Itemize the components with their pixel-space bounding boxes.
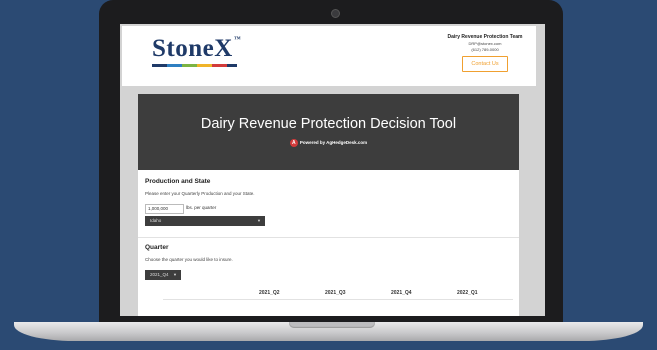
camera-icon: [331, 9, 340, 18]
quarter-select-value: 2021_Q4: [150, 272, 169, 277]
column-header-2021-q2: 2021_Q2: [259, 290, 280, 296]
screen: StoneX™ Dairy Revenue Protection Team DR…: [120, 24, 545, 316]
tool-banner: Dairy Revenue Protection Decision Tool A…: [138, 94, 519, 170]
site-header: StoneX™ Dairy Revenue Protection Team DR…: [122, 26, 536, 86]
chevron-down-icon: ▼: [257, 218, 261, 223]
chevron-down-icon: ▼: [173, 272, 177, 277]
laptop-notch: [289, 322, 375, 328]
quarter-section-description: Choose the quarter you would like to ins…: [145, 257, 233, 262]
section-divider: [138, 237, 519, 238]
production-unit-label: lbs. per quarter: [186, 205, 217, 210]
table-divider: [163, 299, 513, 300]
powered-by[interactable]: A Powered by AgHedgeDesk.com: [138, 139, 519, 147]
production-section-title: Production and State: [145, 178, 211, 185]
contact-us-button[interactable]: Contact Us: [462, 56, 508, 72]
team-email[interactable]: DRP@stonex.com: [440, 41, 530, 46]
logo-stripe-2: [167, 64, 182, 67]
powered-by-label: Powered by AgHedgeDesk.com: [299, 140, 368, 146]
logo-stripe-5: [212, 64, 227, 67]
logo-stripe-6: [227, 64, 237, 67]
contact-block: Dairy Revenue Protection Team DRP@stonex…: [440, 34, 530, 72]
team-phone: (612) 789-0000: [471, 47, 499, 52]
production-section-description: Please enter your Quarterly Production a…: [145, 191, 255, 196]
logo-stripe-3: [182, 64, 197, 67]
logo-stripe-1: [152, 64, 167, 67]
aghedgedesk-icon: A: [289, 139, 298, 147]
column-header-2022-q1: 2022_Q1: [457, 290, 478, 296]
team-name: Dairy Revenue Protection Team: [447, 34, 523, 40]
state-select-value: Idaho: [150, 218, 162, 223]
decision-tool-panel: Dairy Revenue Protection Decision Tool A…: [138, 94, 519, 316]
quarter-section-title: Quarter: [145, 244, 169, 251]
quarter-select[interactable]: 2021_Q4 ▼: [145, 270, 181, 280]
column-header-2021-q3: 2021_Q3: [325, 290, 346, 296]
stonex-logo[interactable]: StoneX™: [152, 35, 241, 63]
production-input[interactable]: 1,000,000: [145, 204, 184, 214]
column-header-2021-q4: 2021_Q4: [391, 290, 412, 296]
tool-title: Dairy Revenue Protection Decision Tool: [200, 116, 457, 132]
state-select[interactable]: Idaho ▼: [145, 216, 265, 226]
logo-stripe-4: [197, 64, 212, 67]
